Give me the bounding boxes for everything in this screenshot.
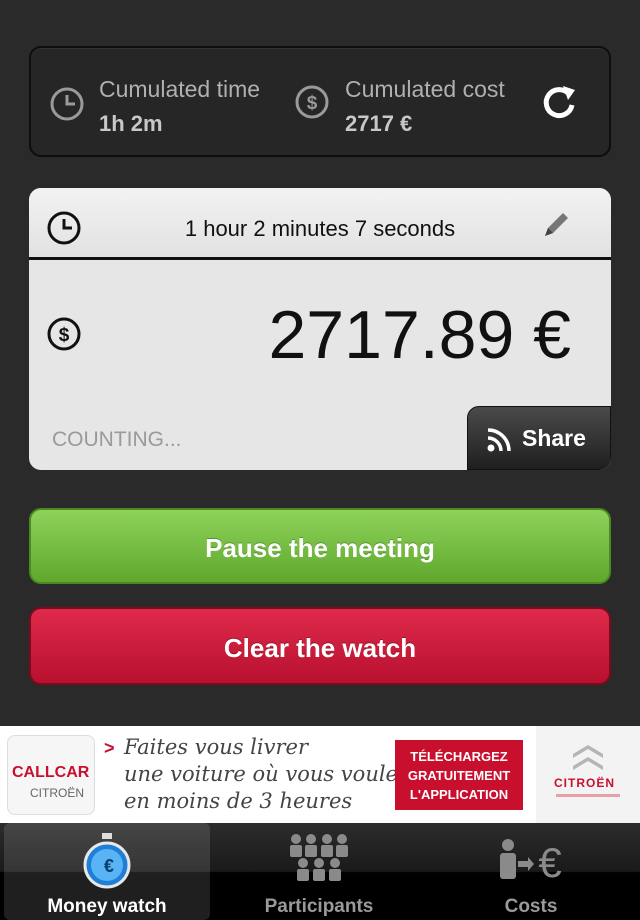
svg-text:$: $ bbox=[59, 325, 70, 346]
cumulated-summary-panel: Cumulated time 1h 2m $ Cumulated cost 27… bbox=[29, 46, 611, 157]
ad-text-line: une voiture où vous voulez bbox=[124, 762, 410, 786]
refresh-icon[interactable] bbox=[537, 80, 581, 124]
cumulated-time-value: 1h 2m bbox=[99, 111, 163, 136]
dollar-coin-icon: $ bbox=[47, 317, 81, 351]
share-label: Share bbox=[522, 425, 586, 451]
ad-arrow: > bbox=[104, 738, 115, 758]
timer-duration-bar: 1 hour 2 minutes 7 seconds bbox=[29, 188, 611, 260]
ad-cta-line: TÉLÉCHARGEZ bbox=[410, 749, 508, 764]
svg-text:$: $ bbox=[307, 93, 318, 114]
cumulated-time-label: Cumulated time bbox=[99, 76, 261, 102]
brand-tagline-bar bbox=[556, 794, 620, 797]
tab-money-watch[interactable]: € Money watch bbox=[4, 823, 210, 920]
ad-banner[interactable]: CALLCAR CITROËN > Faites vous livrer une… bbox=[0, 726, 640, 823]
counting-status: COUNTING... bbox=[52, 428, 182, 451]
svg-text:€: € bbox=[538, 839, 561, 886]
tab-participants[interactable]: Participants bbox=[216, 823, 422, 920]
share-button[interactable]: Share bbox=[467, 406, 611, 470]
clock-icon bbox=[50, 87, 84, 121]
stopwatch-euro-icon: € bbox=[83, 833, 131, 889]
svg-text:€: € bbox=[104, 856, 114, 876]
pause-meeting-button[interactable]: Pause the meeting bbox=[29, 508, 611, 584]
callcar-logo-text: CALLCAR bbox=[12, 764, 90, 781]
rss-share-icon bbox=[487, 428, 511, 452]
tab-label: Money watch bbox=[47, 896, 167, 917]
pencil-edit-icon[interactable] bbox=[539, 208, 573, 242]
timer-card: 1 hour 2 minutes 7 seconds $ 2717.89 € C… bbox=[29, 188, 611, 470]
citroen-brand-logo: CITROËN bbox=[536, 726, 640, 823]
cumulated-cost-value: 2717 € bbox=[345, 111, 413, 136]
tab-label: Participants bbox=[264, 896, 374, 917]
ad-text-line: en moins de 3 heures bbox=[124, 789, 353, 813]
elapsed-duration-text: 1 hour 2 minutes 7 seconds bbox=[184, 216, 456, 241]
tab-bar: € Money watch Participants € Costs bbox=[0, 823, 640, 920]
citroen-brand-text: CITROËN bbox=[554, 776, 615, 790]
callcar-logo: CALLCAR CITROËN bbox=[7, 735, 95, 815]
dollar-coin-icon: $ bbox=[295, 85, 329, 119]
current-cost-amount: 2717.89 € bbox=[268, 297, 571, 373]
cumulated-cost-label: Cumulated cost bbox=[345, 76, 505, 102]
callcar-logo-subtext: CITROËN bbox=[30, 786, 84, 800]
tab-label: Costs bbox=[504, 896, 558, 917]
ad-cta-line: L'APPLICATION bbox=[409, 787, 509, 802]
people-group-icon bbox=[290, 834, 348, 881]
ad-cta-line: GRATUITEMENT bbox=[407, 768, 511, 783]
ad-text-line: Faites vous livrer bbox=[124, 735, 308, 759]
clear-watch-button[interactable]: Clear the watch bbox=[29, 607, 611, 685]
tab-costs[interactable]: € Costs bbox=[428, 823, 634, 920]
ad-download-cta[interactable]: TÉLÉCHARGEZ GRATUITEMENT L'APPLICATION bbox=[395, 740, 523, 810]
person-euro-icon: € bbox=[500, 839, 562, 886]
citroen-chevrons-icon bbox=[573, 745, 603, 770]
